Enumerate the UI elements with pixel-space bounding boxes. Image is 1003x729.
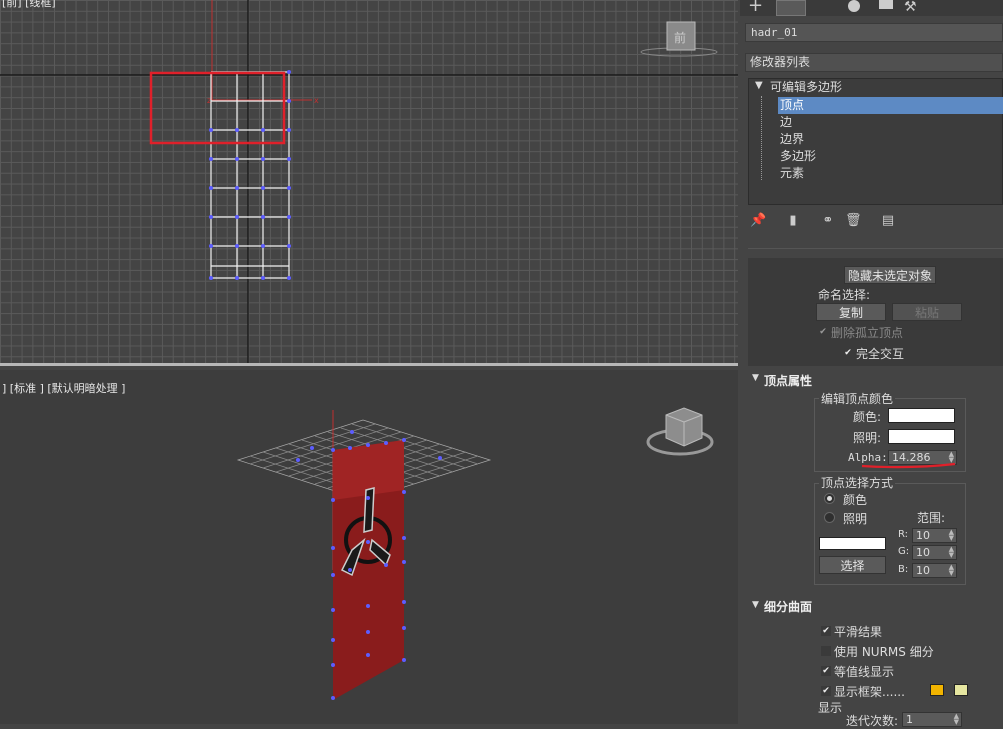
stack-item-border[interactable]: 边界 xyxy=(780,131,804,148)
red-underline-annotation xyxy=(861,462,956,469)
stack-item-edge[interactable]: 边 xyxy=(780,114,792,131)
r-label: R: xyxy=(898,529,909,540)
divider xyxy=(748,248,1003,249)
full-interactivity-label: 完全交互 xyxy=(856,347,905,361)
full-interactivity-checkbox[interactable]: ✔ xyxy=(843,348,853,358)
create-tab-icon[interactable]: + xyxy=(748,0,776,15)
tree-line xyxy=(761,96,762,180)
command-panel: + ⚒ hadr_01 修改器列表 ▼ 可编辑多边形 顶点 边 边界 多边形 元… xyxy=(740,0,1003,728)
front-viewport-canvas: x z 前 xyxy=(0,0,738,363)
delete-isolated-checkbox[interactable]: ✔ xyxy=(818,327,828,337)
g-label: G: xyxy=(898,546,910,557)
modify-tab-icon[interactable] xyxy=(776,0,806,16)
hierarchy-tab-icon[interactable] xyxy=(808,0,836,14)
command-panel-tabs: + ⚒ xyxy=(740,0,1003,16)
paste-button[interactable]: 粘贴 xyxy=(892,303,962,321)
display-label: 显示 xyxy=(818,701,843,715)
stack-item-vertex[interactable]: 顶点 xyxy=(778,97,1003,114)
isoline-checkbox[interactable]: ✔ xyxy=(821,666,831,676)
motion-tab-icon[interactable] xyxy=(840,0,868,14)
illum-label: 照明: xyxy=(853,431,882,445)
radio-illum[interactable] xyxy=(824,512,835,523)
b-label: B: xyxy=(898,564,909,575)
highlight-box xyxy=(149,71,286,145)
svg-text:前: 前 xyxy=(674,30,686,45)
radio-illum-label: 照明 xyxy=(843,512,868,526)
b-spinner[interactable]: 10 ▲ ▼ xyxy=(912,563,957,578)
radio-color[interactable] xyxy=(824,493,835,504)
remove-modifier-icon[interactable]: 🗑 xyxy=(845,213,862,229)
front-viewport[interactable]: [前] [线框] x z 前 xyxy=(0,0,738,366)
make-unique-icon[interactable]: ⚭ xyxy=(820,213,836,229)
isoline-label: 等值线显示 xyxy=(834,665,895,679)
smooth-result-label: 平滑结果 xyxy=(834,625,883,639)
g-spinner[interactable]: 10 ▲ ▼ xyxy=(912,545,957,560)
illum-swatch[interactable] xyxy=(888,429,955,444)
r-spinner[interactable]: 10 ▲ ▼ xyxy=(912,528,957,543)
radio-color-label: 颜色 xyxy=(843,493,868,507)
cage-color-2[interactable] xyxy=(954,684,968,696)
display-tab-icon[interactable] xyxy=(872,0,900,14)
copy-button[interactable]: 复制 xyxy=(816,303,886,321)
color-swatch[interactable] xyxy=(888,408,955,423)
utilities-tab-icon[interactable]: ⚒ xyxy=(904,0,932,14)
show-end-result-icon[interactable]: ▮ xyxy=(785,213,801,229)
modifier-list-dropdown[interactable]: 修改器列表 xyxy=(745,53,1003,72)
expand-triangle-icon[interactable]: ▼ xyxy=(755,80,763,91)
select-color-swatch[interactable] xyxy=(819,537,886,550)
cage-color-1[interactable] xyxy=(930,684,944,696)
viewcube-front: 前 xyxy=(640,21,718,57)
vertex-properties-title[interactable]: 顶点属性 xyxy=(764,372,812,389)
color-label: 颜色: xyxy=(853,410,882,424)
use-nurms-label: 使用 NURMS 细分 xyxy=(834,645,934,659)
range-label: 范围: xyxy=(917,511,946,525)
perspective-canvas xyxy=(236,407,714,700)
configure-modifier-sets-icon[interactable]: ▤ xyxy=(880,213,896,229)
rollout-collapse-icon[interactable]: ▼ xyxy=(752,600,759,610)
subdivision-title[interactable]: 细分曲面 xyxy=(764,598,812,615)
pin-stack-icon[interactable]: 📌 xyxy=(750,213,766,229)
named-selections-label: 命名选择: xyxy=(818,288,871,302)
stack-item-element[interactable]: 元素 xyxy=(780,165,804,182)
iterations-spinner[interactable]: 1 ▲ ▼ xyxy=(902,712,962,727)
use-nurms-checkbox[interactable] xyxy=(821,646,831,656)
object-name-field[interactable]: hadr_01 xyxy=(745,23,1003,42)
delete-isolated-label: 删除孤立顶点 xyxy=(831,326,904,340)
viewcube-persp xyxy=(646,407,714,456)
perspective-viewport[interactable]: ] [标准 ] [默认明暗处理 ] xyxy=(0,370,738,724)
stack-item-editable-poly[interactable]: 可编辑多边形 xyxy=(770,79,842,96)
iterations-label: 迭代次数: xyxy=(846,714,899,728)
rollout-collapse-icon[interactable]: ▼ xyxy=(752,373,759,383)
show-cage-label: 显示框架...... xyxy=(834,685,905,699)
select-by-label: 顶点选择方式 xyxy=(819,474,896,491)
svg-text:x: x xyxy=(314,96,319,105)
modifier-stack: ▼ 可编辑多边形 顶点 边 边界 多边形 元素 xyxy=(748,78,1003,205)
edit-vertex-colors-label: 编辑顶点颜色 xyxy=(819,390,896,407)
select-button[interactable]: 选择 xyxy=(819,556,886,574)
show-cage-checkbox[interactable]: ✔ xyxy=(821,686,831,696)
plane-mesh xyxy=(210,71,290,279)
smooth-result-checkbox[interactable]: ✔ xyxy=(821,626,831,636)
stack-item-polygon[interactable]: 多边形 xyxy=(780,148,816,165)
hide-unselected-button[interactable]: 隐藏未选定对象 xyxy=(844,266,936,284)
